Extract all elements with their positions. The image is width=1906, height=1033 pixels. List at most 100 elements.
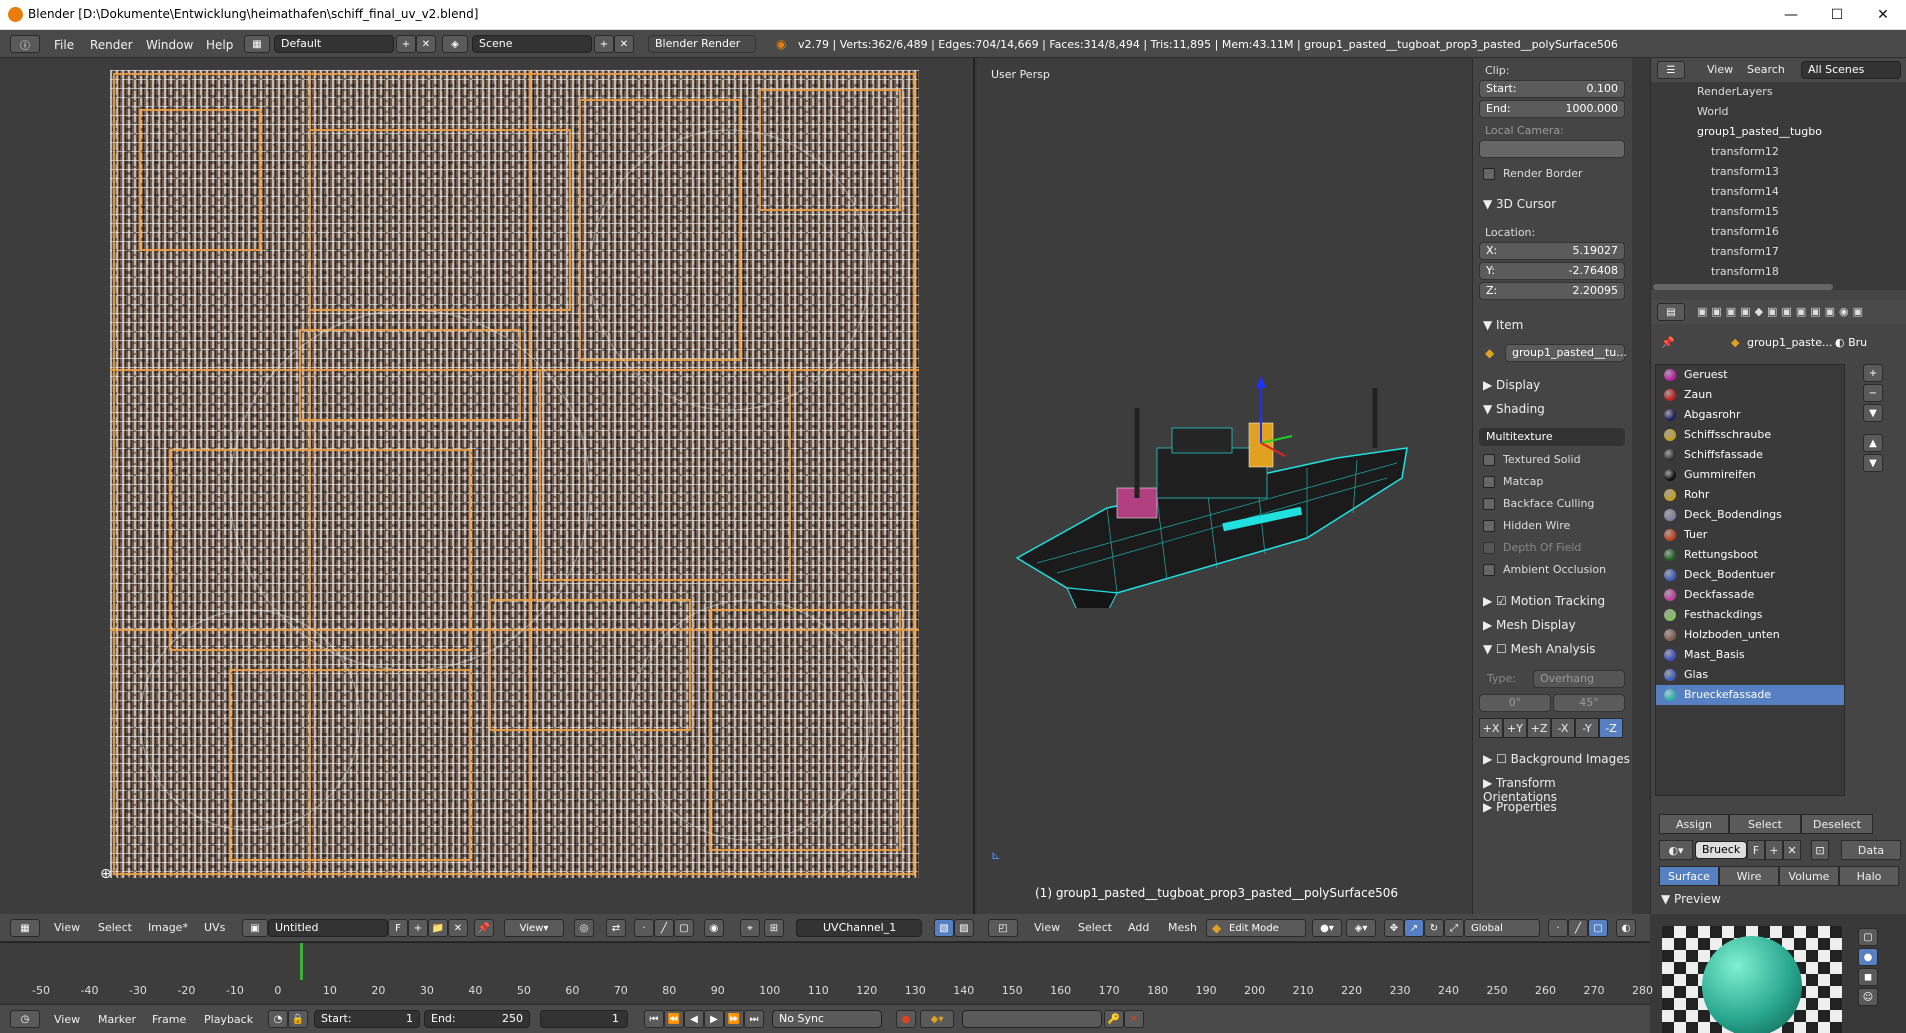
deselect-button[interactable]: Deselect xyxy=(1801,814,1873,834)
outliner-item[interactable]: transform15 xyxy=(1711,202,1779,222)
render-engine-dropdown[interactable]: Blender Render xyxy=(648,35,756,53)
layout-icon[interactable]: ▦ xyxy=(244,35,270,53)
outliner-item[interactable]: transform14 xyxy=(1711,182,1779,202)
angle-max-field[interactable]: 45° xyxy=(1553,694,1625,712)
play-icon[interactable]: ▶ xyxy=(704,1010,724,1028)
material-slot[interactable]: Schiffsschraube xyxy=(1656,425,1844,445)
uv-sync-icon[interactable]: ⇄ xyxy=(606,919,626,937)
2d-cursor-icon[interactable]: ⊕ xyxy=(100,866,112,882)
3d-viewport[interactable]: User Persp ⊾ (1) group1_pasted__tugboat_… xyxy=(977,58,1472,914)
ambient-occlusion-checkbox[interactable] xyxy=(1483,564,1495,576)
proportional-edit-icon[interactable]: ◉ xyxy=(704,919,724,937)
clip-start-field[interactable]: Start: 0.100 xyxy=(1479,80,1625,98)
uv-channel-field[interactable]: UVChannel_1 xyxy=(796,919,922,937)
jump-start-icon[interactable]: ⏮ xyxy=(644,1010,664,1028)
cursor-y-field[interactable]: Y: -2.76408 xyxy=(1479,262,1625,280)
pivot-point-dropdown[interactable]: ◈▾ xyxy=(1346,919,1376,937)
motion-tracking-section[interactable]: ▶ ☑ Motion Tracking xyxy=(1483,594,1605,608)
background-images-section[interactable]: ▶ ☐ Background Images xyxy=(1483,752,1630,766)
maximize-button[interactable]: ☐ xyxy=(1814,0,1860,30)
limit-selection-icon[interactable]: ◐ xyxy=(1616,919,1636,937)
tab-volume[interactable]: Volume xyxy=(1779,866,1839,886)
preview-section[interactable]: ▼ Preview xyxy=(1661,892,1721,906)
outliner-editor-icon[interactable]: ☰ xyxy=(1657,61,1685,79)
uv-editor-type-icon[interactable]: ▦ xyxy=(10,919,40,937)
uv-image-canvas[interactable] xyxy=(110,70,919,878)
view3d-editor-type-icon[interactable]: ◰ xyxy=(988,919,1018,937)
preview-flat-button[interactable]: ▢ xyxy=(1858,928,1878,946)
properties-editor[interactable]: ▤ ▣▣▣▣◆▣▣▣▣▣◉▣ 📌 ◆ group1_paste... ◐ Bru… xyxy=(1651,300,1906,914)
record-icon[interactable]: ● xyxy=(896,1010,916,1028)
material-slot[interactable]: Festhackdings xyxy=(1656,605,1844,625)
material-slot[interactable]: Rohr xyxy=(1656,485,1844,505)
translate-manipulator-icon[interactable]: ↗ xyxy=(1404,919,1424,937)
image-name-field[interactable]: Untitled xyxy=(268,919,388,937)
face-select-mode-icon[interactable]: ▢ xyxy=(1588,919,1608,937)
layout-add-button[interactable]: + xyxy=(396,35,416,53)
tab-wire[interactable]: Wire xyxy=(1719,866,1779,886)
outliner-item[interactable]: World xyxy=(1697,102,1729,122)
outliner[interactable]: ☰ View Search All Scenes RenderLayers Wo… xyxy=(1651,58,1906,290)
image-fake-user-button[interactable]: F xyxy=(388,919,408,937)
lock-range-icon[interactable]: 🔒 xyxy=(288,1010,308,1028)
axis-pz-button[interactable]: +Z xyxy=(1527,718,1551,738)
material-slot[interactable]: Deck_Bodendings xyxy=(1656,505,1844,525)
play-reverse-icon[interactable]: ◀ xyxy=(684,1010,704,1028)
uv-edge-select-icon[interactable]: ╱ xyxy=(654,919,674,937)
analysis-type-dropdown[interactable]: Overhang xyxy=(1533,670,1625,688)
timeline-ruler[interactable]: -50 -40 -30 -20 -10 0 10 20 30 40 50 60 70 80 90 100 110… xyxy=(0,980,1653,1002)
cursor-z-field[interactable]: Z: 2.20095 xyxy=(1479,282,1625,300)
scene-field[interactable]: Scene xyxy=(472,35,592,53)
outliner-item[interactable]: transform13 xyxy=(1711,162,1779,182)
view3d-menu-select[interactable]: Select xyxy=(1078,921,1112,934)
hidden-wire-checkbox[interactable] xyxy=(1483,520,1495,532)
node-button[interactable]: ⊡ xyxy=(1811,840,1829,860)
material-slot[interactable]: Abgasrohr xyxy=(1656,405,1844,425)
material-slot[interactable]: Glas xyxy=(1656,665,1844,685)
start-frame-field[interactable]: Start: 1 xyxy=(314,1010,420,1028)
slot-remove-button[interactable]: − xyxy=(1863,384,1883,402)
fake-user-button[interactable]: F xyxy=(1747,840,1765,860)
insert-keyframe-icon[interactable]: 🔑 xyxy=(1104,1010,1124,1028)
slot-add-button[interactable]: + xyxy=(1863,364,1883,382)
scale-manipulator-icon[interactable]: ⤢ xyxy=(1444,919,1464,937)
select-button[interactable]: Select xyxy=(1729,814,1801,834)
backface-culling-checkbox[interactable] xyxy=(1483,498,1495,510)
scene-add-button[interactable]: + xyxy=(594,35,614,53)
uv-menu-uvs[interactable]: UVs xyxy=(204,921,225,934)
jump-next-key-icon[interactable]: ⏩ xyxy=(724,1010,744,1028)
image-display-rgb-icon[interactable]: ▧ xyxy=(934,919,954,937)
properties-editor-icon[interactable]: ▤ xyxy=(1657,303,1685,321)
material-slot[interactable]: Holzboden_unten xyxy=(1656,625,1844,645)
current-frame-field[interactable]: 1 xyxy=(540,1010,628,1028)
outliner-item[interactable]: group1_pasted__tugbo xyxy=(1697,122,1822,142)
outliner-item[interactable]: transform12 xyxy=(1711,142,1779,162)
material-slot[interactable]: Deckfassade xyxy=(1656,585,1844,605)
material-slot-list[interactable]: Geruest Zaun Abgasrohr Schiffsschraube Schif… xyxy=(1655,364,1845,796)
preview-cube-button[interactable]: ◼ xyxy=(1858,968,1878,986)
assign-button[interactable]: Assign xyxy=(1659,814,1729,834)
layout-field[interactable]: Default xyxy=(274,35,394,53)
cursor-x-field[interactable]: X: 5.19027 xyxy=(1479,242,1625,260)
edge-select-mode-icon[interactable]: ╱ xyxy=(1568,919,1588,937)
timeline-editor[interactable] xyxy=(0,942,1650,981)
keying-set-icon[interactable]: ◆▾ xyxy=(920,1010,954,1028)
view3d-menu-add[interactable]: Add xyxy=(1128,921,1149,934)
pin-icon[interactable]: 📌 xyxy=(1661,336,1675,349)
item-section[interactable]: ▼ Item xyxy=(1483,318,1523,332)
image-display-alpha-icon[interactable]: ▨ xyxy=(954,919,974,937)
material-slot[interactable]: Geruest xyxy=(1656,365,1844,385)
timeline-menu-marker[interactable]: Marker xyxy=(98,1013,136,1026)
minimize-button[interactable]: — xyxy=(1768,0,1814,30)
image-browse-button[interactable]: ▣ xyxy=(242,919,268,937)
axis-py-button[interactable]: +Y xyxy=(1503,718,1527,738)
axis-px-button[interactable]: +X xyxy=(1479,718,1503,738)
outliner-menu-search[interactable]: Search xyxy=(1747,63,1785,76)
outliner-filter-dropdown[interactable]: All Scenes xyxy=(1801,61,1901,79)
uv-vertex-select-icon[interactable]: · xyxy=(634,919,654,937)
uv-menu-image[interactable]: Image* xyxy=(148,921,188,934)
uv-menu-select[interactable]: Select xyxy=(98,921,132,934)
outliner-item[interactable]: RenderLayers xyxy=(1697,82,1773,102)
delete-keyframe-icon[interactable]: ✕ xyxy=(1124,1010,1144,1028)
outliner-scrollbar[interactable] xyxy=(1653,284,1833,290)
